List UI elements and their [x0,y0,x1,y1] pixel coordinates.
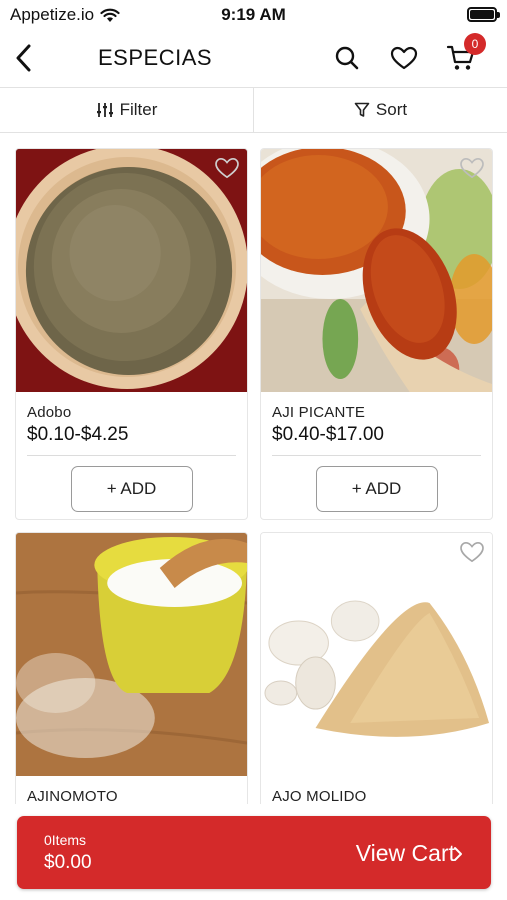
product-image [16,149,247,392]
wishlist-button[interactable] [388,42,420,74]
product-price: $0.40-$17.00 [272,424,384,445]
search-icon [335,46,359,70]
product-price: $0.10-$4.25 [27,424,129,445]
filter-sort-bar: Filter Sort [0,87,507,133]
favorite-button[interactable] [458,539,486,565]
sort-button[interactable]: Sort [253,88,507,132]
divider [27,455,236,456]
product-card[interactable]: AJINOMOTO [15,532,248,812]
filter-label: Filter [119,100,158,119]
heart-icon [390,46,418,70]
battery-icon [467,7,500,22]
add-button[interactable]: + ADD [70,466,193,512]
sliders-icon [96,103,113,117]
product-card[interactable]: AJI PICANTE $0.40-$17.00 + ADD [260,148,493,520]
status-time: 9:19 AM [221,5,286,24]
cart-count-badge: 0 [464,33,486,55]
favorite-button[interactable] [213,155,241,181]
chevron-left-icon [16,44,31,72]
aji-picante-photo [261,149,492,392]
back-button[interactable] [8,42,38,74]
sort-label: Sort [375,100,408,119]
divider [272,455,481,456]
view-cart-bar[interactable]: 0Items $0.00 View Cart [17,816,491,889]
favorite-button[interactable] [458,155,486,181]
status-bar: Appetize.io 9:19 AM [0,0,507,30]
heart-outline-icon [460,158,484,179]
filter-button[interactable]: Filter [0,88,253,132]
view-cart-label: View Cart [355,840,455,866]
ajinomoto-photo [16,533,247,776]
cart-items-count: 0Items [44,832,87,848]
product-image [261,149,492,392]
product-name: AJO MOLIDO [272,788,367,805]
heart-outline-icon [460,542,484,563]
cart-total: $0.00 [44,852,92,873]
product-image [261,533,492,776]
product-name: AJI PICANTE [272,404,366,421]
ajo-molido-photo [261,533,492,776]
add-button[interactable]: + ADD [315,466,438,512]
page-title: ESPECIAS [98,45,213,70]
search-button[interactable] [331,42,363,74]
adobo-photo [16,149,247,392]
product-name: Adobo [27,404,72,421]
product-image [16,533,247,776]
funnel-icon [354,102,370,117]
heart-outline-icon [215,158,239,179]
chevron-right-icon [454,847,462,861]
product-name: AJINOMOTO [27,788,118,805]
nav-bar: ESPECIAS 0 [0,30,507,86]
product-card[interactable]: Adobo $0.10-$4.25 + ADD [15,148,248,520]
product-card[interactable]: AJO MOLIDO [260,532,493,812]
